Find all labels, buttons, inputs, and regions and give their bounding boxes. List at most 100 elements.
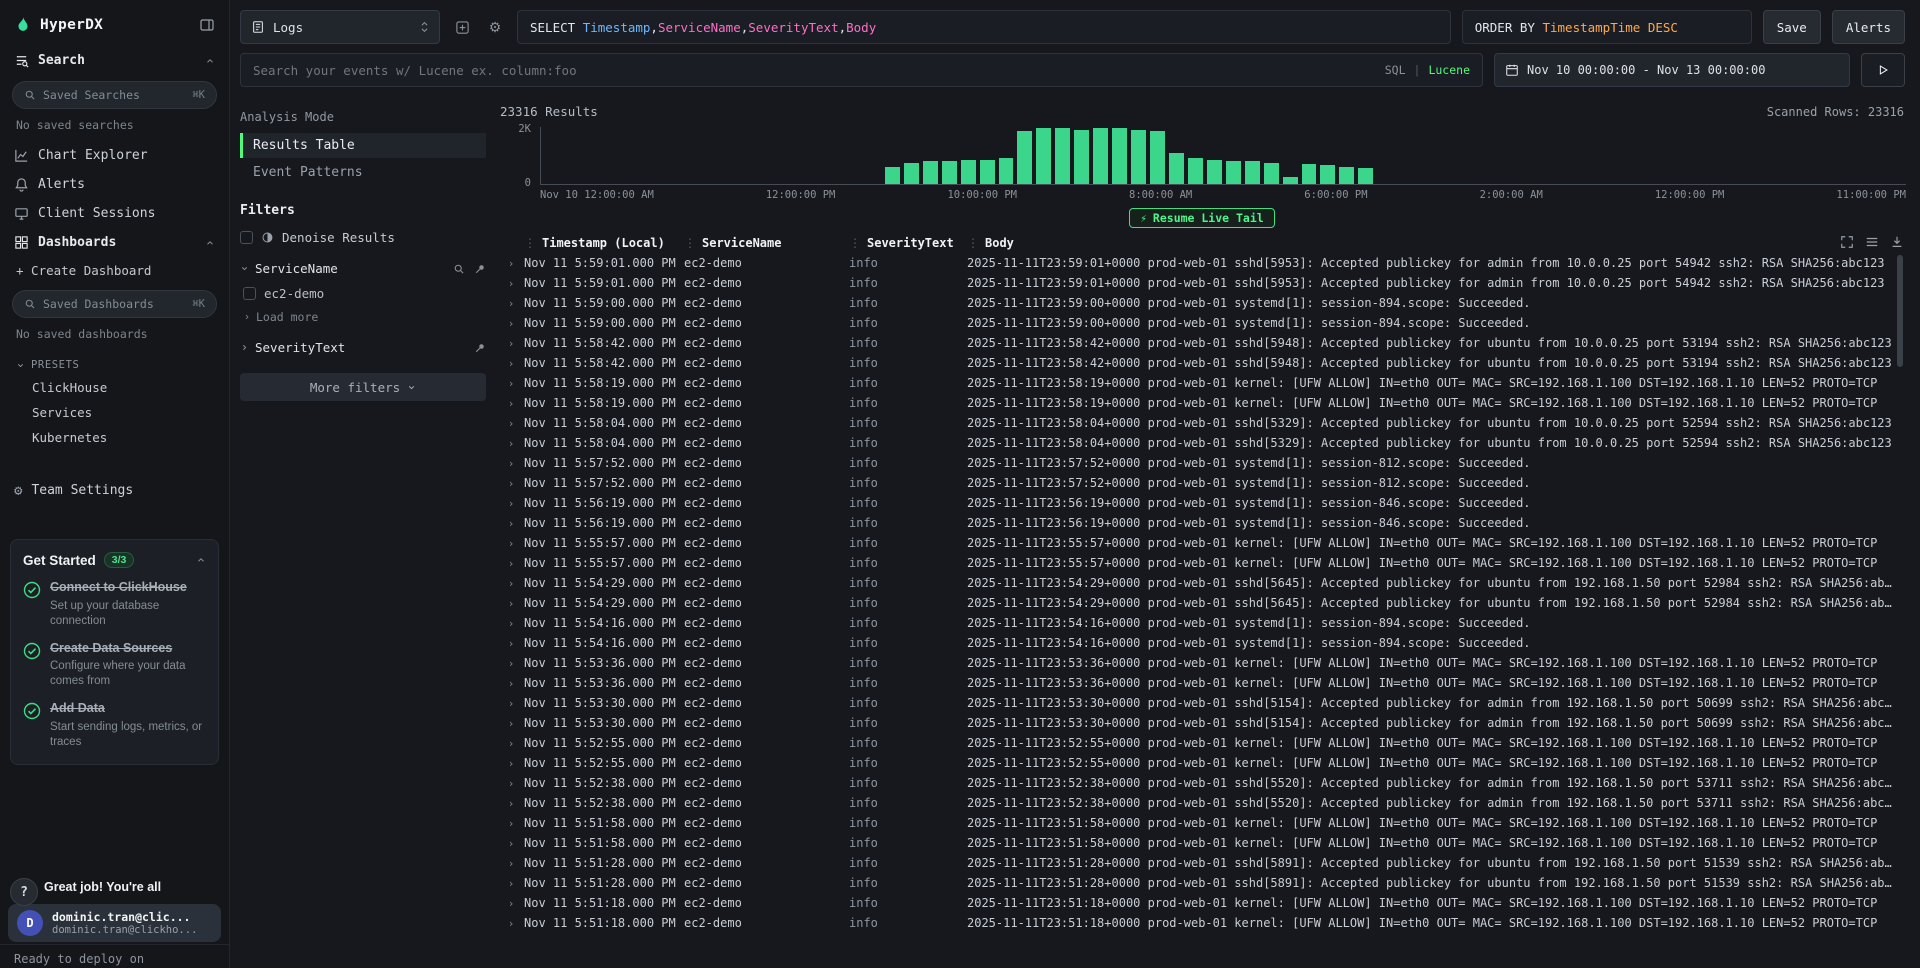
log-row[interactable]: ›Nov 11 5:57:52.000 PMec2-demoinfo2025-1… (498, 473, 1892, 493)
log-row[interactable]: ›Nov 11 5:52:55.000 PMec2-demoinfo2025-1… (498, 753, 1892, 773)
log-row[interactable]: ›Nov 11 5:59:00.000 PMec2-demoinfo2025-1… (498, 293, 1892, 313)
sidebar-item-dashboards[interactable]: Dashboards (0, 228, 229, 257)
log-row[interactable]: ›Nov 11 5:58:42.000 PMec2-demoinfo2025-1… (498, 353, 1892, 373)
log-row[interactable]: ›Nov 11 5:53:30.000 PMec2-demoinfo2025-1… (498, 713, 1892, 733)
saved-dashboards-input[interactable]: Saved Dashboards ⌘K (12, 290, 217, 318)
chart-plot[interactable] (540, 127, 1906, 185)
save-button[interactable]: Save (1763, 10, 1821, 44)
sql-query-input[interactable]: SELECT Timestamp,ServiceName,SeverityTex… (517, 10, 1451, 44)
create-dashboard-button[interactable]: + Create Dashboard (0, 257, 229, 284)
log-row[interactable]: ›Nov 11 5:56:19.000 PMec2-demoinfo2025-1… (498, 513, 1892, 533)
column-header-servicename[interactable]: ⋮ ServiceName (684, 236, 849, 250)
row-expand-chevron[interactable]: › (498, 597, 524, 610)
alerts-button[interactable]: Alerts (1832, 10, 1905, 44)
column-header-timestamp[interactable]: ⋮ Timestamp (Local) (524, 236, 684, 250)
row-expand-chevron[interactable]: › (498, 297, 524, 310)
log-row[interactable]: ›Nov 11 5:55:57.000 PMec2-demoinfo2025-1… (498, 533, 1892, 553)
pin-icon[interactable] (474, 263, 486, 275)
row-expand-chevron[interactable]: › (498, 417, 524, 430)
filter-group-severitytext[interactable]: SeverityText (240, 340, 486, 355)
mode-lucene-button[interactable]: Lucene (1428, 63, 1470, 77)
row-expand-chevron[interactable]: › (498, 917, 524, 930)
sidebar-item-team-settings[interactable]: ⚙ Team Settings (0, 476, 229, 505)
row-expand-chevron[interactable]: › (498, 737, 524, 750)
row-expand-chevron[interactable]: › (498, 517, 524, 530)
column-header-severitytext[interactable]: ⋮ SeverityText (849, 236, 967, 250)
row-expand-chevron[interactable]: › (498, 817, 524, 830)
row-expand-chevron[interactable]: › (498, 537, 524, 550)
mode-sql-button[interactable]: SQL (1385, 63, 1406, 77)
preset-item-clickhouse[interactable]: ClickHouse (0, 375, 229, 400)
log-row[interactable]: ›Nov 11 5:53:36.000 PMec2-demoinfo2025-1… (498, 653, 1892, 673)
load-more-button[interactable]: Load more (243, 310, 486, 324)
log-row[interactable]: ›Nov 11 5:51:28.000 PMec2-demoinfo2025-1… (498, 853, 1892, 873)
source-settings-button[interactable]: ⚙ (484, 10, 506, 44)
event-search-input[interactable] (253, 63, 1377, 78)
log-row[interactable]: ›Nov 11 5:51:58.000 PMec2-demoinfo2025-1… (498, 813, 1892, 833)
help-button[interactable]: ? (10, 878, 38, 906)
log-row[interactable]: ›Nov 11 5:51:18.000 PMec2-demoinfo2025-1… (498, 893, 1892, 913)
row-expand-chevron[interactable]: › (498, 497, 524, 510)
log-row[interactable]: ›Nov 11 5:54:16.000 PMec2-demoinfo2025-1… (498, 613, 1892, 633)
column-resize-handle[interactable]: ⋮ (524, 236, 536, 250)
column-resize-handle[interactable]: ⋮ (849, 236, 861, 250)
column-resize-handle[interactable]: ⋮ (967, 236, 979, 250)
filter-group-servicename[interactable]: ServiceName (240, 261, 486, 276)
row-expand-chevron[interactable]: › (498, 797, 524, 810)
expand-view-icon[interactable] (1840, 235, 1854, 249)
log-row[interactable]: ›Nov 11 5:55:57.000 PMec2-demoinfo2025-1… (498, 553, 1892, 573)
log-row[interactable]: ›Nov 11 5:59:01.000 PMec2-demoinfo2025-1… (498, 273, 1892, 293)
denoise-checkbox[interactable] (240, 231, 253, 244)
log-row[interactable]: ›Nov 11 5:52:38.000 PMec2-demoinfo2025-1… (498, 793, 1892, 813)
source-select[interactable]: Logs (240, 10, 440, 44)
date-range-picker[interactable]: Nov 10 00:00:00 - Nov 13 00:00:00 (1494, 53, 1850, 87)
row-expand-chevron[interactable]: › (498, 377, 524, 390)
preset-item-services[interactable]: Services (0, 400, 229, 425)
row-expand-chevron[interactable]: › (498, 677, 524, 690)
column-resize-handle[interactable]: ⋮ (684, 236, 696, 250)
log-row[interactable]: ›Nov 11 5:53:36.000 PMec2-demoinfo2025-1… (498, 673, 1892, 693)
table-scrollbar[interactable] (1896, 253, 1904, 966)
log-row[interactable]: ›Nov 11 5:59:01.000 PMec2-demoinfo2025-1… (498, 253, 1892, 273)
row-expand-chevron[interactable]: › (498, 617, 524, 630)
more-filters-button[interactable]: More filters (240, 373, 486, 401)
row-expand-chevron[interactable]: › (498, 477, 524, 490)
row-expand-chevron[interactable]: › (498, 457, 524, 470)
log-row[interactable]: ›Nov 11 5:51:28.000 PMec2-demoinfo2025-1… (498, 873, 1892, 893)
orderby-input[interactable]: ORDER BY TimestampTime DESC (1462, 10, 1752, 44)
row-expand-chevron[interactable]: › (498, 897, 524, 910)
column-header-body[interactable]: ⋮ Body (967, 236, 1906, 250)
row-expand-chevron[interactable]: › (498, 337, 524, 350)
sidebar-collapse-icon[interactable] (199, 17, 215, 33)
row-expand-chevron[interactable]: › (498, 317, 524, 330)
log-row[interactable]: ›Nov 11 5:51:58.000 PMec2-demoinfo2025-1… (498, 833, 1892, 853)
mode-results-table[interactable]: Results Table (240, 133, 486, 158)
row-expand-chevron[interactable]: › (498, 357, 524, 370)
row-expand-chevron[interactable]: › (498, 657, 524, 670)
log-row[interactable]: ›Nov 11 5:52:55.000 PMec2-demoinfo2025-1… (498, 733, 1892, 753)
row-expand-chevron[interactable]: › (498, 277, 524, 290)
log-row[interactable]: ›Nov 11 5:53:30.000 PMec2-demoinfo2025-1… (498, 693, 1892, 713)
row-expand-chevron[interactable]: › (498, 777, 524, 790)
row-expand-chevron[interactable]: › (498, 697, 524, 710)
chevron-up-icon[interactable] (196, 555, 206, 565)
log-row[interactable]: ›Nov 11 5:56:19.000 PMec2-demoinfo2025-1… (498, 493, 1892, 513)
log-row[interactable]: ›Nov 11 5:58:04.000 PMec2-demoinfo2025-1… (498, 413, 1892, 433)
log-row[interactable]: ›Nov 11 5:52:38.000 PMec2-demoinfo2025-1… (498, 773, 1892, 793)
row-expand-chevron[interactable]: › (498, 717, 524, 730)
log-row[interactable]: ›Nov 11 5:58:04.000 PMec2-demoinfo2025-1… (498, 433, 1892, 453)
log-row[interactable]: ›Nov 11 5:59:00.000 PMec2-demoinfo2025-1… (498, 313, 1892, 333)
scrollbar-thumb[interactable] (1897, 255, 1903, 367)
row-expand-chevron[interactable]: › (498, 857, 524, 870)
row-expand-chevron[interactable]: › (498, 577, 524, 590)
log-row[interactable]: ›Nov 11 5:54:29.000 PMec2-demoinfo2025-1… (498, 593, 1892, 613)
sidebar-item-client-sessions[interactable]: Client Sessions (0, 199, 229, 228)
filter-search-icon[interactable] (453, 263, 465, 275)
log-row[interactable]: ›Nov 11 5:58:42.000 PMec2-demoinfo2025-1… (498, 333, 1892, 353)
sidebar-item-search[interactable]: Search (0, 46, 229, 75)
filter-value-checkbox[interactable] (243, 287, 256, 300)
row-expand-chevron[interactable]: › (498, 257, 524, 270)
log-row[interactable]: ›Nov 11 5:58:19.000 PMec2-demoinfo2025-1… (498, 393, 1892, 413)
row-expand-chevron[interactable]: › (498, 877, 524, 890)
sidebar-item-alerts[interactable]: Alerts (0, 170, 229, 199)
